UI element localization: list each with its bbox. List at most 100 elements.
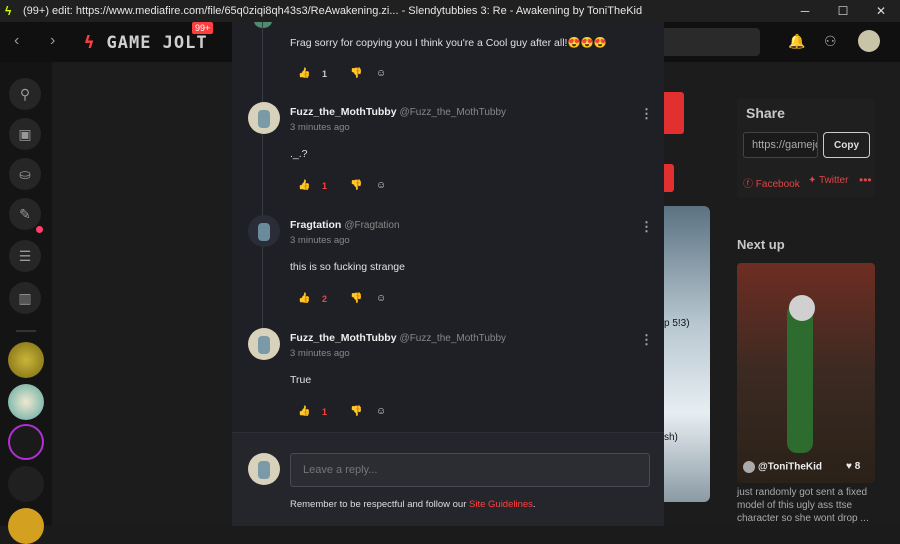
add-reaction-icon[interactable]: ☺ xyxy=(376,68,386,79)
facebook-icon: ⓕ xyxy=(743,179,753,190)
next-up-description[interactable]: just randomly got sent a fixed model of … xyxy=(737,486,887,525)
community-avatar[interactable] xyxy=(8,424,44,460)
community-avatar[interactable] xyxy=(8,342,44,378)
thumbnail-face xyxy=(789,295,815,321)
comment-text: True xyxy=(290,374,312,386)
comment-menu-icon[interactable]: ⋮ xyxy=(640,332,653,348)
follow-button-edge[interactable] xyxy=(664,92,684,134)
user-avatar[interactable] xyxy=(858,30,880,52)
reply-bar: Remember to be respectful and follow our… xyxy=(232,432,664,526)
activity-icon[interactable]: ▥ xyxy=(9,282,41,314)
twitter-label: Twitter xyxy=(819,175,849,186)
gamejolt-logo[interactable]: ϟ GAME JOLT xyxy=(84,33,208,53)
copy-button[interactable]: Copy xyxy=(823,132,870,158)
add-reaction-icon[interactable]: ☺ xyxy=(376,293,386,304)
video-thumbnail[interactable]: p 5!3) sh) xyxy=(664,206,710,502)
video-overlay-text: sh) xyxy=(664,432,678,443)
commenter-name[interactable]: Fragtation @Fragtation xyxy=(290,219,400,231)
avatar-partial xyxy=(254,22,272,28)
dislike-icon[interactable]: 👎 xyxy=(350,68,362,79)
like-count: 1 xyxy=(322,407,328,417)
like-count: 1 xyxy=(322,69,328,79)
facebook-label: Facebook xyxy=(755,179,800,190)
share-title: Share xyxy=(746,105,785,121)
chat-icon[interactable]: ☰ xyxy=(9,240,41,272)
comment-actions: 👍 2 👎 ☺ xyxy=(298,293,418,307)
search-bar[interactable] xyxy=(660,28,760,56)
like-count: 2 xyxy=(322,294,328,304)
sidebar-divider xyxy=(16,330,36,332)
heart-icon: ♥ xyxy=(846,461,852,472)
next-up-heading: Next up xyxy=(737,237,785,252)
next-up-author[interactable]: @ToniTheKid xyxy=(743,461,822,473)
friends-icon[interactable]: ⚇ xyxy=(824,33,837,50)
community-avatar[interactable] xyxy=(8,466,44,502)
like-icon[interactable]: 👍 xyxy=(298,180,310,191)
maximize-button[interactable]: ☐ xyxy=(824,0,862,22)
comments-thread: Frag sorry for copying you I think you'r… xyxy=(232,22,664,432)
like-icon[interactable]: 👍 xyxy=(298,293,310,304)
store-icon[interactable]: ▣ xyxy=(9,118,41,150)
back-button[interactable]: ‹ xyxy=(14,32,19,50)
current-user-avatar xyxy=(248,453,280,485)
like-icon[interactable]: 👍 xyxy=(298,406,310,417)
inventory-icon[interactable]: ⛀ xyxy=(9,158,41,190)
comment-text: ._.? xyxy=(290,148,308,160)
notification-dot xyxy=(36,226,43,233)
note-suffix: . xyxy=(532,499,536,510)
username: @Fuzz_the_MothTubby xyxy=(399,107,507,118)
like-count: 1 xyxy=(322,181,328,191)
add-reaction-icon[interactable]: ☺ xyxy=(376,406,386,417)
posts-icon[interactable]: ✎ xyxy=(9,198,41,230)
gamejolt-app-icon: ϟ xyxy=(5,4,12,18)
dislike-icon[interactable]: 👎 xyxy=(350,293,362,304)
site-guidelines-link[interactable]: Site Guidelines xyxy=(469,499,533,510)
display-name: Fuzz_the_MothTubby xyxy=(290,106,397,118)
like-icon[interactable]: 👍 xyxy=(298,68,310,79)
comment-time: 3 minutes ago xyxy=(290,235,350,246)
username: @Fragtation xyxy=(344,220,400,231)
close-button[interactable]: ✕ xyxy=(862,0,900,22)
next-up-thumbnail[interactable] xyxy=(737,263,875,483)
display-name: Fragtation xyxy=(290,219,342,231)
commenter-avatar[interactable] xyxy=(248,102,280,134)
twitter-icon: ✦ xyxy=(808,175,817,186)
add-reaction-icon[interactable]: ☺ xyxy=(376,180,386,191)
dislike-icon[interactable]: 👎 xyxy=(350,406,362,417)
comments-modal: Frag sorry for copying you I think you'r… xyxy=(232,22,664,526)
window-title: (99+) edit: https://www.mediafire.com/fi… xyxy=(23,5,643,17)
action-button-edge[interactable] xyxy=(664,164,674,192)
community-avatar[interactable] xyxy=(8,508,44,544)
comment-menu-icon[interactable]: ⋮ xyxy=(640,219,653,235)
display-name: Fuzz_the_MothTubby xyxy=(290,332,397,344)
commenter-name[interactable]: Fuzz_the_MothTubby @Fuzz_the_MothTubby xyxy=(290,332,506,344)
comment-menu-icon[interactable]: ⋮ xyxy=(640,106,653,122)
forward-button[interactable]: › xyxy=(50,32,55,50)
bell-icon[interactable]: 🔔 xyxy=(788,33,805,50)
commenter-avatar[interactable] xyxy=(248,215,280,247)
logo-text: GAME JOLT xyxy=(106,33,208,53)
left-sidebar: ⚲ ▣ ⛀ ✎ ☰ ▥ xyxy=(0,62,52,544)
username: @Fuzz_the_MothTubby xyxy=(399,333,507,344)
comment-actions: 👍 1 👎 ☺ xyxy=(298,68,418,82)
reply-guidelines-note: Remember to be respectful and follow our… xyxy=(290,499,536,510)
commenter-name[interactable]: Fuzz_the_MothTubby @Fuzz_the_MothTubby xyxy=(290,106,506,118)
share-facebook-link[interactable]: ⓕ Facebook xyxy=(743,175,800,190)
share-twitter-link[interactable]: ✦ Twitter xyxy=(808,175,848,186)
share-url-field[interactable]: https://gamejolt.com xyxy=(743,132,818,158)
thread-line xyxy=(262,22,263,342)
notification-count-badge: 99+ xyxy=(192,22,214,34)
comment-text: Frag sorry for copying you I think you'r… xyxy=(290,37,607,49)
window-titlebar: ϟ (99+) edit: https://www.mediafire.com/… xyxy=(0,0,900,22)
commenter-avatar[interactable] xyxy=(248,328,280,360)
video-overlay-text: p 5!3) xyxy=(664,318,690,329)
reply-input[interactable] xyxy=(290,453,650,487)
library-icon[interactable]: ⚲ xyxy=(9,78,41,110)
comment-text: this is so fucking strange xyxy=(290,261,405,273)
share-more-button[interactable]: ••• xyxy=(859,173,872,187)
comment-actions: 👍 1 👎 ☺ xyxy=(298,406,418,420)
minimize-button[interactable]: ─ xyxy=(786,0,824,22)
comment-actions: 👍 1 👎 ☺ xyxy=(298,180,418,194)
community-avatar[interactable] xyxy=(8,384,44,420)
dislike-icon[interactable]: 👎 xyxy=(350,180,362,191)
